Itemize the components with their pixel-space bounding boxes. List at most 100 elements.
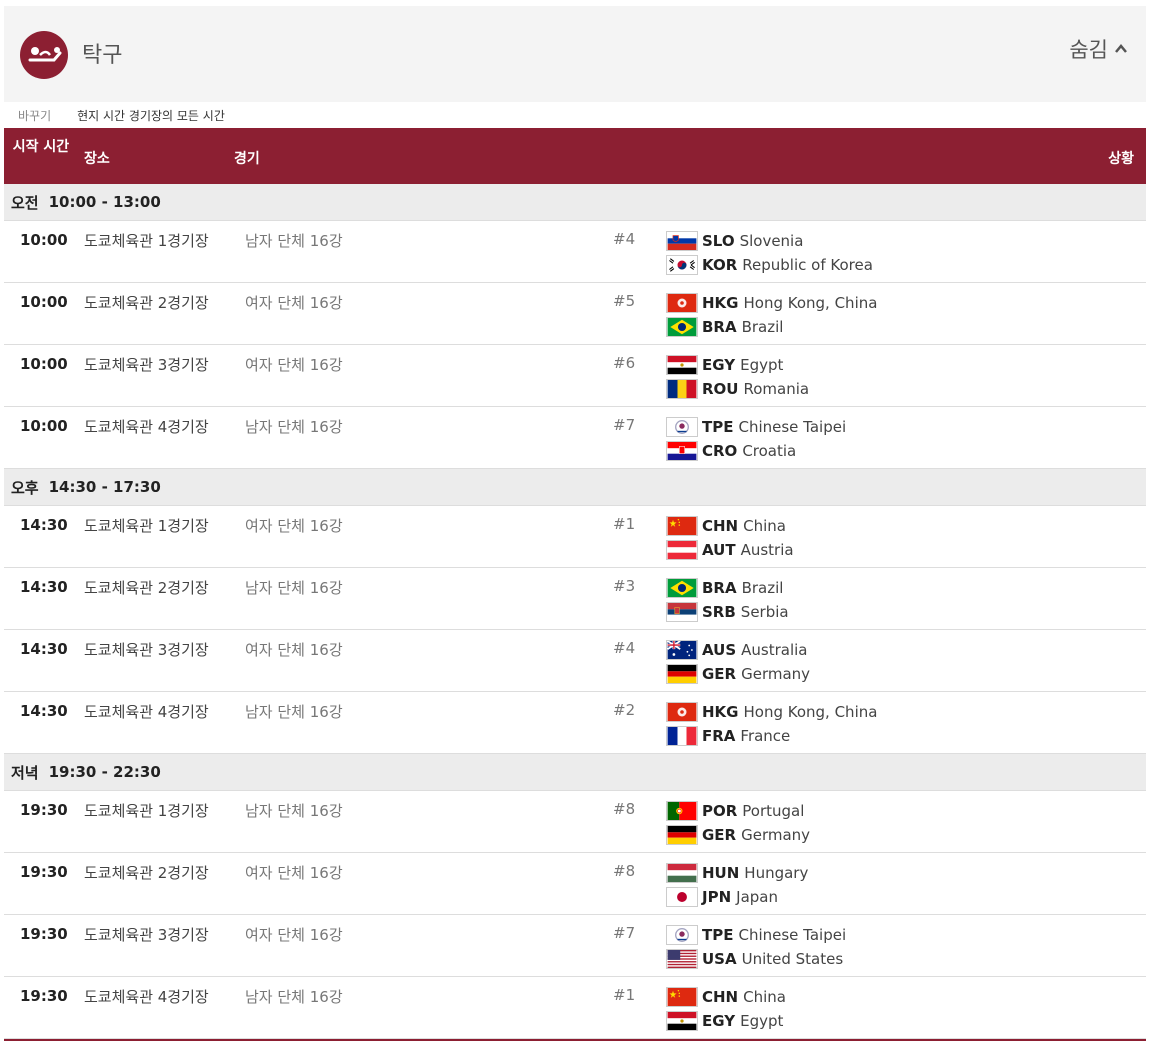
team-home[interactable]: CHN China [666, 986, 786, 1008]
team-name: Chinese Taipei [738, 418, 847, 436]
match-event: 여자 단체 16강 [245, 926, 343, 944]
table-row[interactable]: 14:30 도쿄체육관 3경기장 여자 단체 16강 #4 AUS Australia GE… [4, 630, 1146, 692]
match-venue: 도쿄체육관 4경기장 [84, 418, 209, 436]
team-code: BRA [702, 579, 737, 597]
team-home[interactable]: POR Portugal [666, 800, 804, 822]
egy-flag-icon [666, 1011, 698, 1031]
table-row[interactable]: 14:30 도쿄체육관 1경기장 여자 단체 16강 #1 CHN China AUT Aus… [4, 506, 1146, 568]
match-number: #8 [613, 862, 636, 880]
team-away[interactable]: AUT Austria [666, 539, 794, 561]
table-row[interactable]: 19:30 도쿄체육관 1경기장 남자 단체 16강 #8 POR Portugal GER… [4, 791, 1146, 853]
table-row[interactable]: 10:00 도쿄체육관 1경기장 남자 단체 16강 #4 SLO Slovenia KOR… [4, 221, 1146, 283]
table-row[interactable]: 10:00 도쿄체육관 4경기장 남자 단체 16강 #7 TPE Chinese Tai… [4, 407, 1146, 469]
match-venue: 도쿄체육관 1경기장 [84, 517, 209, 535]
timezone-label: 현지 시간 경기장의 모든 시간 [77, 108, 225, 123]
aut-flag-icon [666, 540, 698, 560]
timezone-bar: 바꾸기 현지 시간 경기장의 모든 시간 [4, 102, 1146, 128]
match-event: 여자 단체 16강 [245, 517, 343, 535]
match-time: 10:00 [20, 355, 68, 373]
session-header: 오전 10:00 - 13:00 [4, 184, 1146, 221]
team-home[interactable]: EGY Egypt [666, 354, 783, 376]
table-row[interactable]: 19:30 도쿄체육관 2경기장 여자 단체 16강 #8 HUN Hungary JPN J… [4, 853, 1146, 915]
team-name: Brazil [741, 318, 784, 336]
column-header-status: 상황 [1108, 151, 1134, 167]
column-header-venue: 장소 [84, 151, 110, 167]
team-home[interactable]: HKG Hong Kong, China [666, 292, 877, 314]
hkg-flag-icon [666, 702, 698, 722]
table-row[interactable]: 19:30 도쿄체육관 4경기장 남자 단체 16강 #1 CHN China EGY Egy… [4, 977, 1146, 1039]
team-home[interactable]: SLO Slovenia [666, 230, 803, 252]
team-home[interactable]: BRA Brazil [666, 577, 783, 599]
team-name: Slovenia [739, 232, 804, 250]
team-away[interactable]: ROU Romania [666, 378, 809, 400]
match-venue: 도쿄체육관 1경기장 [84, 232, 209, 250]
table-header: 시작 시간 장소 경기 상황 [4, 128, 1146, 184]
team-name: Hungary [744, 864, 809, 882]
team-away[interactable]: BRA Brazil [666, 316, 783, 338]
timezone-switch-link[interactable]: 바꾸기 [18, 107, 51, 124]
team-away[interactable]: FRA France [666, 725, 790, 747]
match-event: 여자 단체 16강 [245, 864, 343, 882]
table-row[interactable]: 19:30 도쿄체육관 3경기장 여자 단체 16강 #7 TPE Chinese Tai… [4, 915, 1146, 977]
team-away[interactable]: CRO Croatia [666, 440, 796, 462]
team-home[interactable]: CHN China [666, 515, 786, 537]
bra-flag-icon [666, 317, 698, 337]
jpn-flag-icon [666, 887, 698, 907]
team-away[interactable]: KOR Republic of Korea [666, 254, 873, 276]
match-event: 남자 단체 16강 [245, 703, 343, 721]
column-header-time: 시작 시간 [12, 139, 70, 155]
tpe-flag-icon [666, 925, 698, 945]
session-list: 오전 10:00 - 13:00 10:00 도쿄체육관 1경기장 남자 단체 16강 #… [4, 184, 1146, 1039]
team-home[interactable]: HUN Hungary [666, 862, 808, 884]
table-row[interactable]: 10:00 도쿄체육관 2경기장 여자 단체 16강 #5 HKG Hong Kong, … [4, 283, 1146, 345]
kor-flag-icon [666, 255, 698, 275]
team-home[interactable]: HKG Hong Kong, China [666, 701, 877, 723]
team-code: KOR [702, 256, 738, 274]
match-venue: 도쿄체육관 4경기장 [84, 703, 209, 721]
team-code: CRO [702, 442, 738, 460]
chevron-up-icon [1115, 44, 1127, 53]
team-away[interactable]: GER Germany [666, 824, 810, 846]
team-away[interactable]: EGY Egypt [666, 1010, 783, 1032]
hide-button[interactable]: 숨김 [1069, 34, 1128, 64]
team-name: United States [741, 950, 844, 968]
team-name: France [740, 727, 791, 745]
team-name: Germany [741, 665, 811, 683]
session-label: 오후 [11, 478, 39, 497]
session-header: 오후 14:30 - 17:30 [4, 469, 1146, 506]
tpe-flag-icon [666, 417, 698, 437]
team-home[interactable]: TPE Chinese Taipei [666, 924, 846, 946]
match-venue: 도쿄체육관 4경기장 [84, 988, 209, 1006]
table-row[interactable]: 10:00 도쿄체육관 3경기장 여자 단체 16강 #6 EGY Egypt ROU Rom… [4, 345, 1146, 407]
team-code: HUN [702, 864, 740, 882]
cro-flag-icon [666, 441, 698, 461]
team-code: BRA [702, 318, 737, 336]
team-home[interactable]: AUS Australia [666, 639, 808, 661]
match-venue: 도쿄체육관 1경기장 [84, 802, 209, 820]
team-code: TPE [702, 418, 734, 436]
team-code: AUS [702, 641, 737, 659]
match-time: 14:30 [20, 516, 68, 534]
team-away[interactable]: SRB Serbia [666, 601, 789, 623]
team-name: Hong Kong, China [743, 703, 878, 721]
team-away[interactable]: USA United States [666, 948, 843, 970]
sport-title: 탁구 [82, 43, 123, 68]
team-name: Australia [741, 641, 808, 659]
team-home[interactable]: TPE Chinese Taipei [666, 416, 846, 438]
team-name: China [743, 517, 786, 535]
chn-flag-icon [666, 987, 698, 1007]
match-event: 남자 단체 16강 [245, 232, 343, 250]
team-code: CHN [702, 517, 739, 535]
team-code: HKG [702, 703, 739, 721]
team-away[interactable]: JPN Japan [666, 886, 778, 908]
team-away[interactable]: GER Germany [666, 663, 810, 685]
rou-flag-icon [666, 379, 698, 399]
table-row[interactable]: 14:30 도쿄체육관 2경기장 남자 단체 16강 #3 BRA Brazil SRB Se… [4, 568, 1146, 630]
team-name: Egypt [740, 1012, 784, 1030]
match-event: 남자 단체 16강 [245, 988, 343, 1006]
hun-flag-icon [666, 863, 698, 883]
match-event: 남자 단체 16강 [245, 802, 343, 820]
table-row[interactable]: 14:30 도쿄체육관 4경기장 남자 단체 16강 #2 HKG Hong Kong, … [4, 692, 1146, 754]
team-code: SLO [702, 232, 735, 250]
session-range: 10:00 - 13:00 [48, 193, 161, 211]
